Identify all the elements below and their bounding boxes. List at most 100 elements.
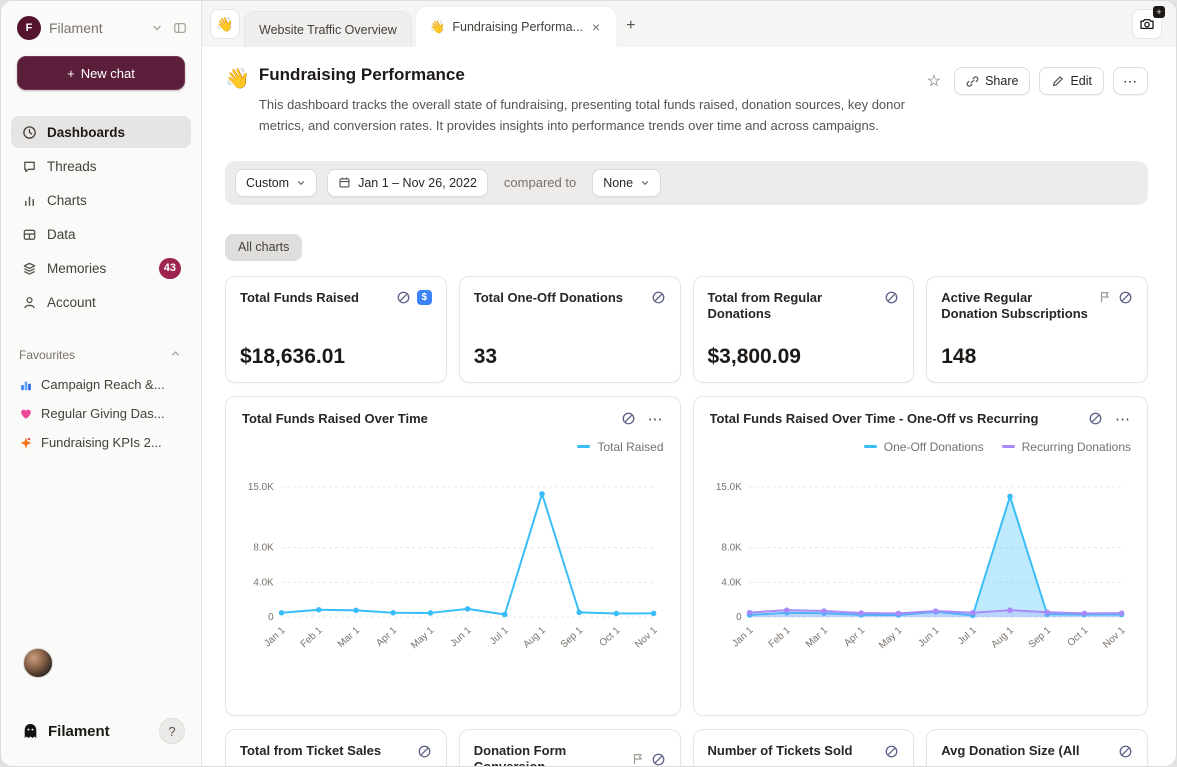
main-area: 👋 Website Traffic Overview 👋 Fundraising… [202,1,1176,766]
legend-swatch [864,445,877,448]
area-chart-oneoff-vs-recurring: 04.0K8.0K15.0KJan 1Feb 1Mar 1Apr 1May 1J… [710,456,1132,707]
chart-card-total-funds-over-time[interactable]: Total Funds Raised Over Time ⋯ Total Rai… [225,396,681,716]
circle-slash-icon [1118,290,1133,305]
favourite-star-icon[interactable]: ☆ [923,69,945,93]
sidebar-item-account[interactable]: Account [11,286,191,318]
sidebar-nav: Dashboards Threads Charts Data [11,116,191,318]
svg-text:Aug 1: Aug 1 [989,624,1016,650]
legend-item: One-Off Donations [864,440,984,454]
svg-text:Aug 1: Aug 1 [521,624,548,650]
legend-item: Recurring Donations [1002,440,1131,454]
kpi-card-one-off-donations[interactable]: Total One-Off Donations 33 [459,276,681,383]
svg-text:Mar 1: Mar 1 [336,624,362,649]
chart-menu-button[interactable]: ⋯ [1115,410,1131,428]
page-description: This dashboard tracks the overall state … [259,95,923,137]
kpi-card-avg-donation-size[interactable]: Avg Donation Size (All [926,729,1148,766]
workspace-switcher[interactable]: F Filament [1,1,201,48]
more-options-button[interactable]: ⋯ [1113,67,1148,95]
flag-icon [1098,290,1112,304]
svg-text:Oct 1: Oct 1 [597,624,622,648]
svg-text:0: 0 [268,612,274,623]
tab-bar: 👋 Website Traffic Overview 👋 Fundraising… [202,1,1176,47]
chevron-up-icon[interactable] [170,348,181,362]
header-actions: ☆ Share Edit ⋯ [923,65,1148,95]
line-chart-total-raised: 04.0K8.0K15.0KJan 1Feb 1Mar 1Apr 1May 1J… [242,456,664,707]
edit-button[interactable]: Edit [1039,67,1104,95]
date-range-button[interactable]: Jan 1 – Nov 26, 2022 [327,169,488,197]
close-tab-icon[interactable]: × [590,18,602,36]
sidebar-item-data[interactable]: Data [11,218,191,250]
share-button[interactable]: Share [954,67,1030,95]
favourite-item-regular-giving[interactable]: Regular Giving Das... [1,399,201,428]
tab-fundraising-performance[interactable]: 👋 Fundraising Performa... × [416,7,616,47]
new-chat-button[interactable]: + New chat [17,56,185,90]
svg-text:Apr 1: Apr 1 [374,624,399,648]
comparison-select[interactable]: None [592,169,661,197]
kpi-card-donation-form-conversion[interactable]: Donation Form Conversion [459,729,681,766]
svg-text:4.0K: 4.0K [721,577,742,588]
svg-text:Sep 1: Sep 1 [1026,624,1053,650]
tab-website-traffic[interactable]: Website Traffic Overview [244,11,412,47]
svg-text:Feb 1: Feb 1 [299,624,326,649]
flag-icon [631,752,645,766]
circle-slash-icon [651,752,666,766]
svg-text:Feb 1: Feb 1 [766,624,793,649]
svg-text:May 1: May 1 [876,624,904,651]
favourites-header[interactable]: Favourites [19,348,181,362]
all-charts-chip[interactable]: All charts [225,234,302,261]
kpi-card-regular-donations[interactable]: Total from Regular Donations $3,800.09 [693,276,915,383]
screenshot-button[interactable]: + [1132,9,1162,39]
svg-text:Jun 1: Jun 1 [448,624,474,649]
sidebar-footer: Filament ? [1,718,201,766]
svg-text:15.0K: 15.0K [715,481,741,492]
circle-slash-icon [884,290,899,305]
layers-icon [21,261,37,276]
chart-row: Total Funds Raised Over Time ⋯ Total Rai… [225,396,1148,716]
kpi-card-total-funds-raised[interactable]: Total Funds Raised $ $18,636.01 [225,276,447,383]
circle-slash-icon [1118,744,1133,759]
burst-icon [19,436,33,450]
sidebar-item-charts[interactable]: Charts [11,184,191,216]
chevron-down-icon[interactable] [151,22,163,34]
svg-text:0: 0 [736,612,742,623]
page-title: Fundraising Performance [259,65,923,85]
collapse-sidebar-icon[interactable] [173,21,187,35]
svg-text:Mar 1: Mar 1 [803,624,829,649]
memories-count-badge: 43 [159,258,181,279]
filament-ghost-logo-icon [21,722,40,741]
chart-menu-button[interactable]: ⋯ [648,410,664,428]
chart-card-oneoff-vs-recurring[interactable]: Total Funds Raised Over Time - One-Off v… [693,396,1149,716]
help-button[interactable]: ? [159,718,185,744]
kpi-value: $3,800.09 [708,345,900,369]
favourite-item-fundraising-kpis[interactable]: Fundraising KPIs 2... [1,428,201,457]
workspace-name: Filament [49,20,143,36]
user-avatar[interactable] [23,648,53,678]
date-filter-bar: Custom Jan 1 – Nov 26, 2022 compared to … [225,161,1148,205]
bar-chart-icon [21,193,37,208]
heart-icon [19,407,33,421]
kpi-card-tickets-sold[interactable]: Number of Tickets Sold [693,729,915,766]
chevron-down-icon [296,178,306,188]
plus-badge: + [1153,6,1165,18]
date-preset-select[interactable]: Custom [235,169,317,197]
sidebar: F Filament + New chat Dashboards [1,1,202,766]
favourite-item-campaign-reach[interactable]: Campaign Reach &... [1,370,201,399]
dashboard-emoji: 👋 [225,66,250,91]
tab-emoji: 👋 [430,20,446,35]
sidebar-item-memories[interactable]: Memories 43 [11,252,191,284]
circle-slash-icon [417,744,432,759]
compared-to-label: compared to [504,175,576,190]
dashboards-icon [21,125,37,140]
footer-brand: Filament [48,723,151,740]
new-tab-button[interactable]: + [626,17,635,35]
svg-text:Jul 1: Jul 1 [955,624,978,646]
svg-text:Jan 1: Jan 1 [730,624,756,649]
sidebar-item-threads[interactable]: Threads [11,150,191,182]
kpi-card-active-subscriptions[interactable]: Active Regular Donation Subscriptions 14… [926,276,1148,383]
circle-slash-icon [1088,411,1103,426]
chat-bubble-icon [21,159,37,174]
sidebar-item-dashboards[interactable]: Dashboards [11,116,191,148]
kpi-card-ticket-sales[interactable]: Total from Ticket Sales [225,729,447,766]
pinned-dashboard-button[interactable]: 👋 [210,9,240,39]
bottom-card-row: Total from Ticket Sales Donation Form Co… [225,729,1148,766]
